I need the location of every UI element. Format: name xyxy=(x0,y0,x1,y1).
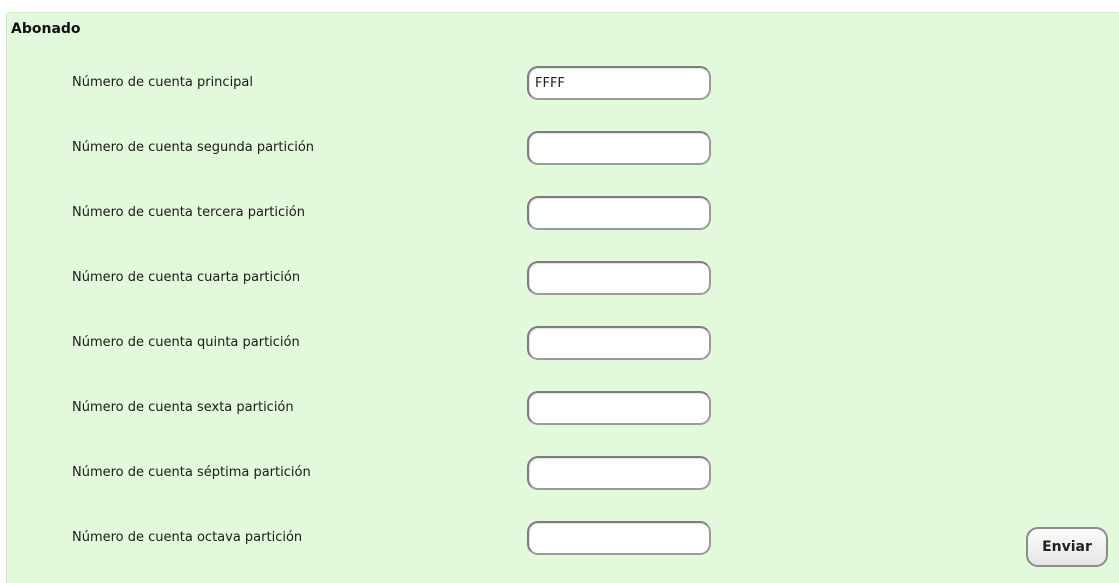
account-number-eighth-partition-input[interactable] xyxy=(527,521,711,555)
account-number-principal-input[interactable] xyxy=(527,66,711,100)
account-number-seventh-partition-input[interactable] xyxy=(527,456,711,490)
field-row-third-partition: Número de cuenta tercera partición xyxy=(7,196,1119,230)
account-number-second-partition-input[interactable] xyxy=(527,131,711,165)
field-row-principal: Número de cuenta principal xyxy=(7,66,1119,100)
field-row-eighth-partition: Número de cuenta octava partición xyxy=(7,521,1119,555)
field-row-fourth-partition: Número de cuenta cuarta partición xyxy=(7,261,1119,295)
section-title: Abonado xyxy=(11,21,81,37)
field-row-seventh-partition: Número de cuenta séptima partición xyxy=(7,456,1119,490)
account-number-fifth-partition-input[interactable] xyxy=(527,326,711,360)
field-label-fourth-partition: Número de cuenta cuarta partición xyxy=(72,270,301,285)
field-label-principal: Número de cuenta principal xyxy=(72,75,254,90)
field-label-sixth-partition: Número de cuenta sexta partición xyxy=(72,400,294,415)
field-row-sixth-partition: Número de cuenta sexta partición xyxy=(7,391,1119,425)
field-row-second-partition: Número de cuenta segunda partición xyxy=(7,131,1119,165)
field-label-fifth-partition: Número de cuenta quinta partición xyxy=(72,335,300,350)
account-number-third-partition-input[interactable] xyxy=(527,196,711,230)
account-number-sixth-partition-input[interactable] xyxy=(527,391,711,425)
account-number-fourth-partition-input[interactable] xyxy=(527,261,711,295)
submit-button[interactable]: Enviar xyxy=(1026,527,1108,567)
field-row-fifth-partition: Número de cuenta quinta partición xyxy=(7,326,1119,360)
field-label-eighth-partition: Número de cuenta octava partición xyxy=(72,530,303,545)
field-label-third-partition: Número de cuenta tercera partición xyxy=(72,205,305,220)
field-label-seventh-partition: Número de cuenta séptima partición xyxy=(72,465,311,480)
field-label-second-partition: Número de cuenta segunda partición xyxy=(72,140,315,155)
subscriber-panel: Abonado Número de cuenta principal Númer… xyxy=(6,12,1119,583)
